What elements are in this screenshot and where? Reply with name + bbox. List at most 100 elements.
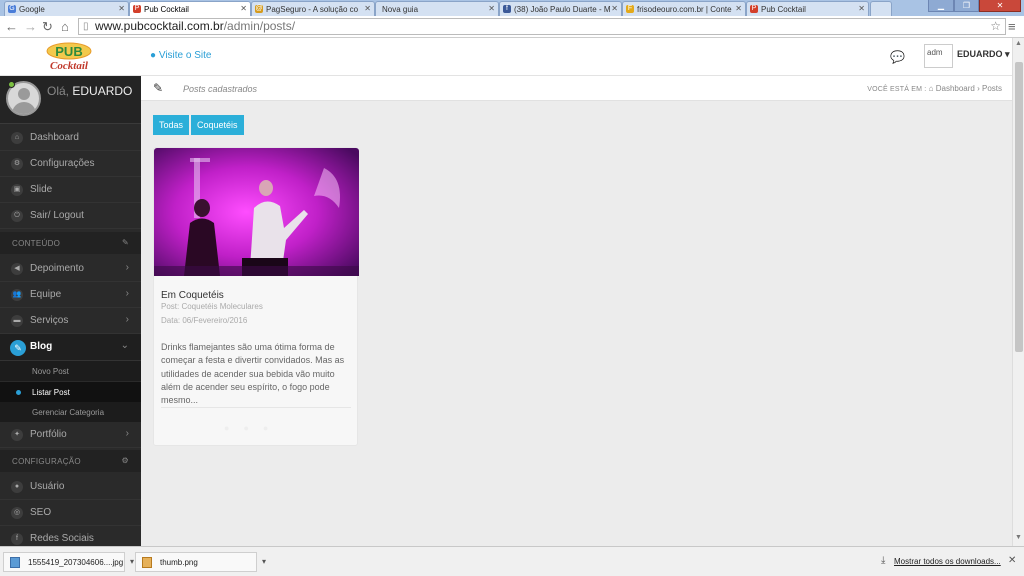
url-path: /admin/posts/: [223, 19, 296, 33]
download-filename: 1555419_207304606....jpg: [28, 558, 124, 567]
sidebar-subitem-novo-post[interactable]: Novo Post: [0, 361, 141, 381]
bookmark-star-icon[interactable]: ☆: [990, 19, 1001, 34]
close-icon[interactable]: ✕: [240, 4, 247, 13]
page-title: Posts cadastrados: [183, 84, 258, 94]
close-icon[interactable]: ✕: [364, 4, 371, 13]
sidebar-item-portfolio[interactable]: ✦ Portfólio ›: [0, 422, 141, 448]
close-window-icon[interactable]: ✕: [979, 0, 1021, 12]
greeting-user: EDUARDO: [72, 84, 133, 98]
sidebar-item-redes-sociais[interactable]: f Redes Sociais: [0, 526, 141, 546]
sidebar-subitem-listar-post[interactable]: Listar Post: [0, 382, 141, 402]
tab-facebook[interactable]: f (38) João Paulo Duarte - M ✕: [499, 1, 622, 16]
globe-icon: ◎: [11, 507, 23, 519]
pub-cocktail-icon: P: [750, 5, 758, 13]
edit-icon[interactable]: ●: [243, 423, 262, 433]
sidebar-item-logout[interactable]: ⏻ Sair/ Logout: [0, 203, 141, 229]
sidebar-item-seo[interactable]: ◎ SEO: [0, 500, 141, 526]
tab-google[interactable]: G Google ✕: [4, 1, 129, 16]
scroll-up-icon[interactable]: ▲: [1015, 40, 1022, 47]
post-card[interactable]: Em Coquetéis Post: Coquetéis Moleculares…: [153, 147, 359, 446]
scroll-thumb[interactable]: [1015, 62, 1023, 352]
tab-title: PagSeguro - A solução co: [266, 5, 359, 14]
caret-down-icon[interactable]: ▾: [262, 557, 266, 566]
sidebar-item-label: Equipe: [30, 289, 62, 300]
pub-cocktail-logo[interactable]: PUB Cocktail: [33, 42, 105, 72]
chat-icon[interactable]: 💬: [890, 50, 905, 64]
sidebar-item-dashboard[interactable]: ⌂ Dashboard: [0, 125, 141, 151]
close-icon[interactable]: ✕: [488, 4, 495, 13]
sidebar-item-equipe[interactable]: 👥 Equipe ›: [0, 282, 141, 308]
close-icon[interactable]: ✕: [735, 4, 742, 13]
gear-icon: ⚙: [121, 456, 129, 465]
active-dot-icon: [16, 390, 21, 395]
scroll-down-icon[interactable]: ▼: [1015, 534, 1022, 541]
view-icon[interactable]: ●: [224, 423, 243, 433]
sidebar-subitem-label: Gerenciar Categoria: [32, 408, 105, 417]
sidebar-item-configuracoes[interactable]: ⚙ Configurações: [0, 151, 141, 177]
sidebar-item-label: Blog: [30, 341, 53, 352]
sidebar-item-label: Usuário: [30, 481, 65, 492]
page-scrollbar[interactable]: ▲ ▼: [1012, 38, 1024, 546]
tab-pub-cocktail-active[interactable]: P Pub Cocktail ✕: [129, 1, 251, 16]
post-title[interactable]: Em Coquetéis: [161, 290, 224, 301]
sidebar-item-slide[interactable]: ▣ Slide: [0, 177, 141, 203]
header-avatar[interactable]: adm: [924, 44, 953, 68]
sidebar-subitem-gerenciar-categoria[interactable]: Gerenciar Categoria: [0, 402, 141, 422]
sidebar-item-label: Redes Sociais: [30, 533, 94, 544]
back-icon[interactable]: ←: [5, 19, 18, 34]
tab-nova-guia[interactable]: Nova guia ✕: [375, 1, 499, 16]
close-icon[interactable]: ✕: [611, 4, 618, 13]
filter-todas-button[interactable]: Todas: [153, 115, 190, 135]
facebook-icon: f: [503, 5, 511, 13]
breadcrumb-label: VOCÊ ESTÁ EM :: [867, 86, 927, 93]
sidebar-item-label: Dashboard: [30, 132, 79, 143]
caret-down-icon[interactable]: ▾: [130, 557, 134, 566]
new-tab-button[interactable]: [870, 1, 892, 16]
post-image[interactable]: [154, 148, 359, 276]
menu-icon[interactable]: ≡: [1008, 19, 1016, 34]
pagseguro-icon: @: [255, 5, 263, 13]
visit-site-link[interactable]: ● Visite o Site: [150, 50, 211, 61]
avatar-alt-text: adm: [927, 48, 943, 57]
sidebar-item-label: Sair/ Logout: [30, 210, 84, 221]
sidebar-item-usuario[interactable]: ● Usuário: [0, 474, 141, 500]
tab-pub-cocktail-2[interactable]: P Pub Cocktail ✕: [746, 1, 869, 16]
restore-icon[interactable]: ❐: [954, 0, 979, 12]
image-file-icon: [142, 557, 152, 568]
sidebar-item-depoimento[interactable]: ◀ Depoimento ›: [0, 256, 141, 282]
tab-title: Google: [19, 5, 45, 14]
chevron-right-icon: ›: [125, 428, 129, 439]
user-menu[interactable]: EDUARDO ▾: [957, 49, 1010, 60]
forward-icon[interactable]: →: [24, 19, 37, 34]
user-panel: Olá, EDUARDO: [0, 76, 141, 124]
breadcrumb-dashboard-link[interactable]: Dashboard: [936, 84, 975, 93]
close-icon[interactable]: ✕: [118, 4, 125, 13]
close-icon[interactable]: ✕: [858, 4, 865, 13]
download-item-png[interactable]: thumb.png ▾: [135, 552, 266, 572]
tab-title: Pub Cocktail: [144, 5, 189, 14]
megaphone-icon: ◀: [11, 263, 23, 275]
show-all-downloads-link[interactable]: Mostrar todos os downloads...: [894, 557, 1001, 566]
address-bar: ← → ↻ ⌂ ▯ www.pubcocktail.com.br/admin/p…: [0, 16, 1024, 38]
sidebar-subitem-label: Novo Post: [32, 367, 69, 376]
visit-site-label: Visite o Site: [158, 50, 212, 61]
pencil-icon: ✎: [10, 340, 26, 356]
sidebar-item-label: Serviços: [30, 315, 69, 326]
reload-icon[interactable]: ↻: [42, 19, 53, 35]
filter-coqueteis-button[interactable]: Coquetéis: [191, 115, 244, 135]
google-icon: G: [8, 5, 16, 13]
sidebar-item-blog[interactable]: ✎ Blog ⌄: [0, 334, 141, 361]
card-actions: ●●●: [224, 423, 282, 433]
url-input[interactable]: ▯ www.pubcocktail.com.br/admin/posts/ ☆: [78, 18, 1006, 35]
download-item-jpg[interactable]: 1555419_207304606....jpg ▾: [3, 552, 134, 572]
home-icon[interactable]: ⌂: [61, 19, 69, 34]
close-icon[interactable]: ✕: [1008, 555, 1016, 566]
facebook-icon: f: [11, 533, 23, 545]
sidebar-item-servicos[interactable]: ▬ Serviços ›: [0, 308, 141, 334]
delete-icon[interactable]: ●: [263, 423, 282, 433]
tab-frisodeouro[interactable]: F frisodeouro.com.br | Conte ✕: [622, 1, 746, 16]
tab-pagseguro[interactable]: @ PagSeguro - A solução co ✕: [251, 1, 375, 16]
minimize-icon[interactable]: ▁: [928, 0, 954, 12]
admin-header: PUB Cocktail ● Visite o Site 💬 adm EDUAR…: [0, 38, 1012, 76]
caret-down-icon: ▾: [1005, 49, 1010, 59]
